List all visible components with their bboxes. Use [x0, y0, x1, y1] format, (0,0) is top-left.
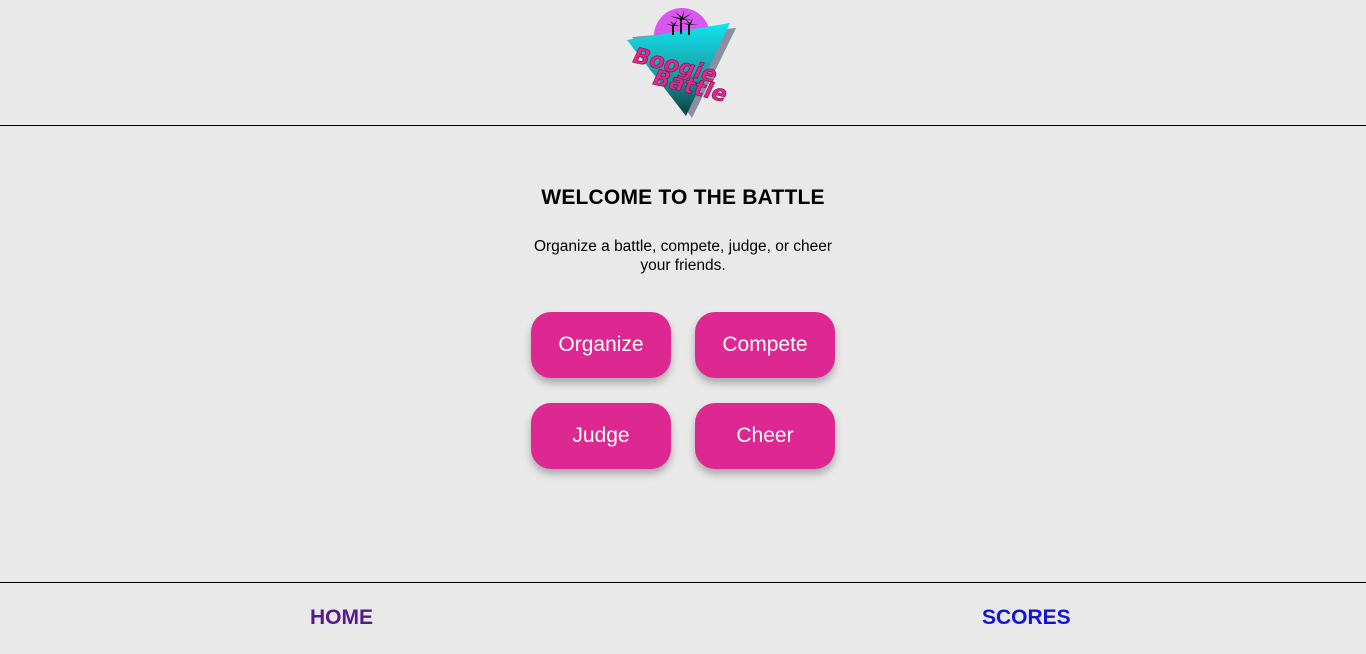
page-title: WELCOME TO THE BATTLE	[541, 186, 825, 209]
main-content: WELCOME TO THE BATTLE Organize a battle,…	[0, 126, 1366, 582]
footer-nav: HOME SCORES	[0, 582, 1366, 654]
boogie-battle-logo[interactable]: Boogie Battle	[622, 6, 742, 122]
cheer-button[interactable]: Cheer	[695, 403, 835, 469]
nav-home-link[interactable]: HOME	[310, 606, 373, 630]
compete-button[interactable]: Compete	[695, 312, 835, 378]
judge-button[interactable]: Judge	[531, 403, 671, 469]
organize-button[interactable]: Organize	[531, 312, 671, 378]
header: Boogie Battle	[0, 0, 1366, 126]
page-subtitle: Organize a battle, compete, judge, or ch…	[533, 238, 833, 274]
nav-scores-link[interactable]: SCORES	[982, 606, 1071, 630]
